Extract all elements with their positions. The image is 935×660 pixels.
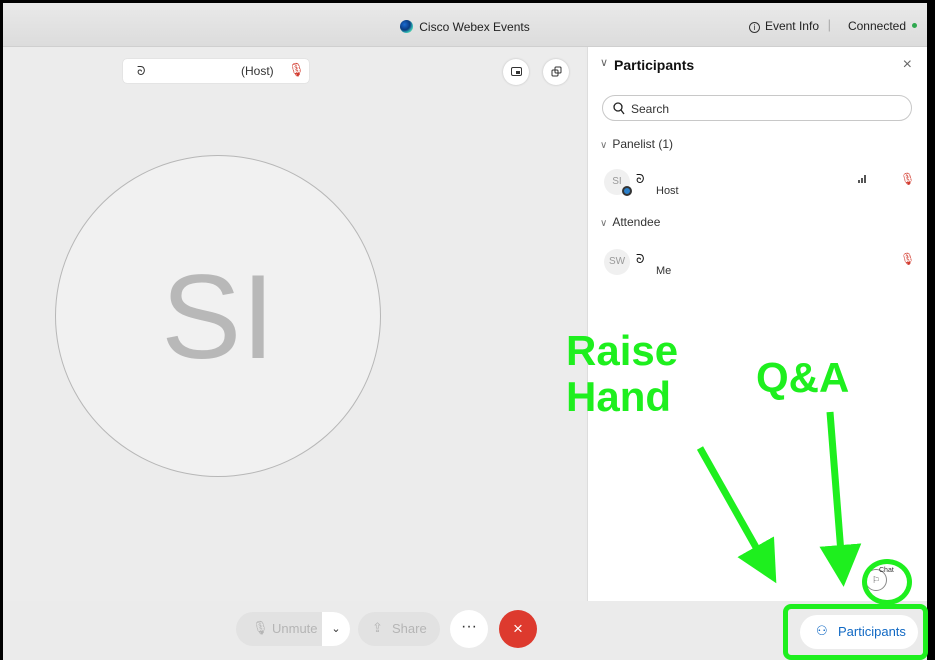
more-options-button[interactable]: ···: [450, 610, 488, 648]
participant-name: Host: [656, 185, 679, 197]
chevron-down-icon: ∨: [600, 140, 608, 151]
raise-hand-annotation: Raise Hand: [566, 327, 679, 420]
host-name-label: ᘐ (Host) 🎙︎: [123, 59, 309, 83]
participants-highlight-box: [783, 604, 928, 660]
group-label: Panelist (1): [612, 137, 674, 151]
host-badge-icon: [622, 186, 632, 196]
qa-highlight-ring: [862, 559, 912, 605]
unmute-label: Unmute: [272, 621, 318, 636]
info-icon: i: [748, 22, 760, 33]
app-title-text: Cisco Webex Events: [419, 20, 530, 34]
headset-icon: ᘐ: [137, 64, 146, 78]
share-icon: ⇪: [372, 620, 383, 635]
picture-in-picture-icon: [510, 67, 522, 76]
status-dot-icon: [912, 23, 917, 28]
participants-panel: ∨ Participants × Search ∨ Panelist (1) SI…: [587, 47, 927, 603]
participant-name: Me: [656, 265, 672, 277]
search-input[interactable]: Search: [602, 95, 912, 121]
mic-muted-icon[interactable]: 🎙︎: [900, 252, 915, 266]
connection-status: Connected: [848, 19, 917, 33]
event-info-button[interactable]: i Event Info: [748, 19, 819, 33]
participant-row-host[interactable]: SI ᘐ Host 🎙︎: [600, 167, 915, 199]
avatar-initials: SW: [608, 256, 626, 267]
headset-icon: ᘐ: [636, 172, 645, 186]
active-speaker-avatar: SI: [55, 155, 381, 477]
avatar: SW: [604, 249, 630, 275]
signal-strength-icon: [858, 175, 868, 183]
event-info-label: Event Info: [764, 19, 819, 33]
close-panel-button[interactable]: ×: [903, 56, 912, 74]
pop-out-button[interactable]: [543, 59, 569, 85]
panel-header: ∨ Participants ×: [588, 55, 927, 77]
panel-title: Participants: [614, 57, 695, 73]
connection-status-text: Connected: [847, 19, 906, 33]
avatar: SI: [604, 169, 632, 196]
title-bar: Cisco Webex Events i Event Info | Connect…: [3, 3, 927, 47]
audio-options-chevron-icon[interactable]: ⌄: [322, 612, 350, 646]
panelist-group-header[interactable]: ∨ Panelist (1): [600, 137, 673, 151]
avatar-initials: SI: [161, 250, 275, 384]
attendee-group-header[interactable]: ∨ Attendee: [600, 215, 660, 229]
title-separator: |: [827, 17, 831, 32]
qa-annotation: Q&A: [756, 354, 850, 401]
leave-button[interactable]: ×: [499, 610, 537, 648]
search-placeholder: Search: [631, 102, 670, 116]
host-label: (Host): [241, 64, 274, 78]
share-button[interactable]: ⇪ Share: [358, 612, 440, 646]
unmute-button[interactable]: 🎙︎ Unmute ⌄: [236, 612, 350, 646]
headset-icon: ᘐ: [636, 252, 645, 266]
avatar-initials: SI: [612, 176, 622, 187]
mic-muted-icon: 🎙︎: [252, 620, 269, 635]
mic-muted-icon: 🎙︎: [288, 62, 305, 77]
video-stage: ᘐ (Host) 🎙︎ SI: [3, 47, 585, 607]
webex-logo-icon: [400, 20, 414, 33]
webex-window: Cisco Webex Events i Event Info | Connect…: [0, 0, 935, 660]
pop-out-icon: [551, 66, 561, 77]
share-label: Share: [392, 621, 427, 636]
picture-in-picture-button[interactable]: [503, 59, 529, 85]
collapse-chevron-icon[interactable]: ∨: [600, 56, 608, 69]
participant-row-me[interactable]: SW ᘐ Me 🎙︎: [600, 247, 915, 279]
chevron-down-icon: ∨: [600, 218, 608, 229]
search-icon: [613, 102, 625, 115]
group-label: Attendee: [612, 215, 661, 229]
mic-muted-icon[interactable]: 🎙︎: [900, 172, 915, 186]
